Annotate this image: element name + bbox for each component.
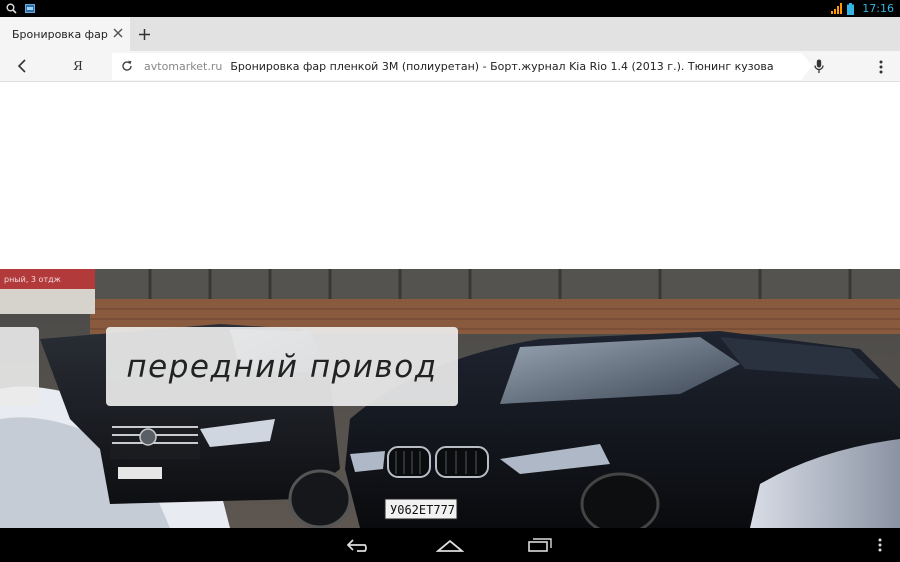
- status-right: 17:16: [831, 2, 894, 15]
- nav-menu-button[interactable]: [850, 528, 900, 562]
- url-domain: avtomarket.ru: [144, 59, 223, 73]
- photo-caption: передний привод: [126, 348, 438, 385]
- url-page-title: Бронировка фар пленкой 3М (полиуретан) -…: [230, 59, 774, 73]
- status-left: [6, 3, 35, 14]
- shop-sign-text: рный, 3 отдж: [4, 275, 61, 284]
- nav-home-button[interactable]: [420, 528, 480, 562]
- status-clock: 17:16: [862, 2, 894, 15]
- back-icon: [347, 539, 367, 552]
- car-photo: рный, 3 отдж У062ЕТ777 передний привод: [0, 269, 900, 528]
- overflow-menu-icon: [879, 60, 883, 73]
- web-page-content[interactable]: рный, 3 отдж У062ЕТ777 передний привод: [0, 82, 900, 528]
- system-navigation-bar: [0, 528, 900, 562]
- recent-apps-icon: [528, 538, 552, 552]
- back-button[interactable]: [0, 51, 44, 82]
- reload-icon[interactable]: [120, 59, 134, 73]
- overflow-menu-icon: [878, 538, 882, 552]
- notification-icon: [25, 4, 35, 13]
- search-icon: [6, 3, 17, 14]
- tab-title: Бронировка фар пленкой 3М (полиуретан): [12, 27, 110, 41]
- license-plate-text: У062ЕТ777: [390, 503, 455, 517]
- signal-icon: [831, 3, 843, 14]
- browser-toolbar: Я avtomarket.ru Бронировка фар пленкой 3…: [0, 51, 900, 82]
- battery-icon: [847, 2, 855, 15]
- search-provider-button[interactable]: Я: [44, 51, 112, 82]
- caption-overlay: передний привод: [106, 327, 458, 406]
- new-tab-button[interactable]: [130, 17, 158, 51]
- status-bar: 17:16: [0, 0, 900, 17]
- nav-back-button[interactable]: [330, 528, 390, 562]
- nav-recent-apps-button[interactable]: [510, 528, 570, 562]
- home-icon: [436, 539, 464, 552]
- microphone-icon: [814, 59, 824, 73]
- voice-search-button[interactable]: [806, 51, 832, 82]
- android-screen: 17:16 Бронировка фар пленкой 3М (полиуре…: [0, 0, 900, 562]
- address-bar[interactable]: avtomarket.ru Бронировка фар пленкой 3М …: [112, 52, 812, 80]
- browser-menu-button[interactable]: [868, 51, 894, 82]
- chevron-left-icon: [17, 59, 26, 73]
- plus-icon: [138, 28, 150, 40]
- browser-tab-active[interactable]: Бронировка фар пленкой 3М (полиуретан): [0, 17, 130, 51]
- caption-overlay-left: [0, 327, 39, 406]
- tab-bar: Бронировка фар пленкой 3М (полиуретан): [0, 17, 900, 51]
- close-icon[interactable]: [112, 27, 124, 39]
